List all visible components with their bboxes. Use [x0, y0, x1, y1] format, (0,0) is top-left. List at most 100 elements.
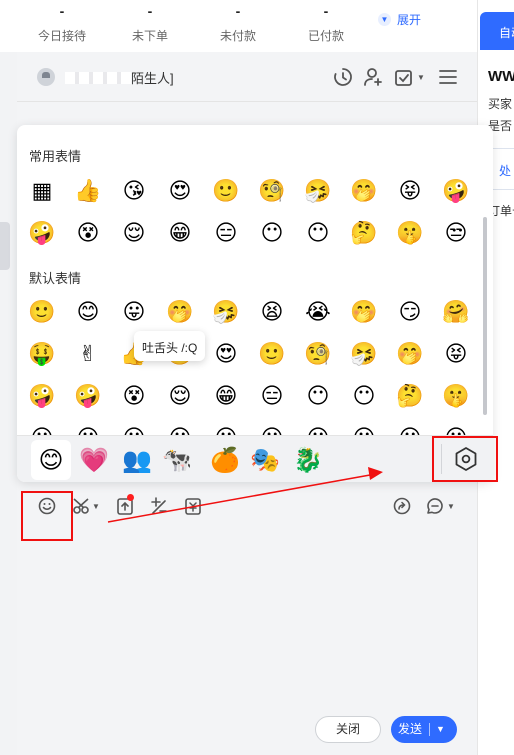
- emoji-cell[interactable]: 🤪: [19, 375, 65, 417]
- emoji-cell[interactable]: 🙂: [249, 333, 295, 375]
- category-emoji[interactable]: 😊: [31, 440, 71, 480]
- emoji-cell[interactable]: 😍: [157, 170, 203, 212]
- emoji-cell[interactable]: 🤫: [433, 375, 479, 417]
- emoji-cell[interactable]: 🤪: [65, 375, 111, 417]
- menu-icon[interactable]: [437, 66, 459, 88]
- emoji-cell[interactable]: 🤔: [341, 212, 387, 254]
- emoji-cell[interactable]: 🤔: [387, 375, 433, 417]
- emoji-cell[interactable]: 😒: [433, 212, 479, 254]
- right-panel-title: WW: [488, 68, 514, 85]
- chevron-down-icon[interactable]: ▼: [447, 502, 455, 511]
- emoji-cell[interactable]: ✌: [65, 333, 111, 375]
- stat-label: 已付款: [307, 29, 344, 43]
- emoji-row: 🙂 😊 😛 🤭 🤧 😫 😭 🤭 😏 🤗: [19, 291, 489, 333]
- annotation-box-settings: [432, 436, 498, 482]
- emoji-cell[interactable]: 😑: [249, 375, 295, 417]
- coupon-icon[interactable]: [183, 496, 203, 516]
- emoji-cell[interactable]: 😶: [295, 375, 341, 417]
- stat-today-reception[interactable]: - 今日接待: [17, 4, 107, 44]
- emoji-cell[interactable]: 🙂: [19, 291, 65, 333]
- emoji-cell[interactable]: 🤪: [433, 170, 479, 212]
- quick-reply-icon[interactable]: [425, 496, 445, 516]
- expand-label: 展开: [397, 13, 422, 27]
- emoji-cell[interactable]: 🤑: [19, 333, 65, 375]
- emoji-cell[interactable]: 😫: [249, 291, 295, 333]
- annotation-box-smiley: [21, 491, 73, 541]
- task-check-icon[interactable]: [393, 66, 415, 88]
- emoji-cell[interactable]: 😶: [249, 212, 295, 254]
- emoji-cell[interactable]: 😁: [203, 375, 249, 417]
- emoji-cell[interactable]: 😝: [387, 170, 433, 212]
- category-cow[interactable]: 🐄: [157, 440, 197, 480]
- app-root: - 今日接待 - 未下单 - 未付款 - 已付款 ▼ 展开 自动 WW 买家 是…: [0, 0, 514, 755]
- category-dragon[interactable]: 🐉: [288, 440, 328, 480]
- scrollbar[interactable]: [483, 217, 487, 415]
- emoji-cell[interactable]: 😶: [341, 375, 387, 417]
- emoji-cell[interactable]: 😛: [111, 291, 157, 333]
- emoji-cell[interactable]: 😏: [387, 291, 433, 333]
- emoji-cell[interactable]: 😊: [65, 291, 111, 333]
- emoji-cell[interactable]: 🤧: [203, 291, 249, 333]
- emoji-cell[interactable]: 😘: [111, 170, 157, 212]
- notification-dot: [127, 494, 134, 501]
- emoji-cell[interactable]: 🤧: [341, 333, 387, 375]
- emoji-cell[interactable]: 🤭: [157, 291, 203, 333]
- emoji-cell[interactable]: 😝: [433, 333, 479, 375]
- stat-paid[interactable]: - 已付款: [281, 4, 371, 44]
- emoji-cell[interactable]: 😶: [295, 212, 341, 254]
- stat-unpaid[interactable]: - 未付款: [193, 4, 283, 44]
- share-icon[interactable]: [392, 496, 412, 516]
- panel-resize-handle[interactable]: [0, 222, 10, 270]
- expand-button[interactable]: ▼ 展开: [378, 11, 421, 28]
- emoji-cell[interactable]: 🧐: [295, 333, 341, 375]
- section-title-default: 默认表情: [29, 271, 82, 286]
- emoji-cell[interactable]: 😑: [203, 212, 249, 254]
- add-user-icon[interactable]: [362, 66, 384, 88]
- emoji-row: ▦ 👍 😘 😍 🙂 🧐 🤧 🤭 😝 🤪: [19, 170, 489, 212]
- emoji-cell[interactable]: 🤭: [387, 333, 433, 375]
- emoji-cell[interactable]: 😵: [65, 212, 111, 254]
- chevron-down-icon[interactable]: ▼: [436, 716, 445, 743]
- stat-not-ordered[interactable]: - 未下单: [105, 4, 195, 44]
- avatar[interactable]: [37, 68, 55, 86]
- send-button[interactable]: 发送 ▼: [391, 716, 457, 743]
- emoji-cell[interactable]: ▦: [19, 170, 65, 212]
- scissors-icon[interactable]: [72, 496, 92, 516]
- emoji-cell[interactable]: 🤭: [341, 170, 387, 212]
- emoji-cell[interactable]: 👍: [65, 170, 111, 212]
- tab-auto[interactable]: 自动: [480, 12, 514, 50]
- plus-minus-icon[interactable]: [149, 496, 169, 516]
- emoji-cell[interactable]: 🤫: [387, 212, 433, 254]
- emoji-cell[interactable]: 😌: [157, 375, 203, 417]
- process-label: 处: [499, 164, 512, 178]
- emoji-row: 🤑✌👍🙂😍🙂🧐🤧🤭😝: [19, 333, 489, 375]
- category-people[interactable]: 👥: [117, 440, 157, 480]
- emoji-cell[interactable]: 😁: [157, 212, 203, 254]
- stat-value: -: [323, 3, 329, 19]
- emoji-picker: 常用表情 ▦ 👍 😘 😍 🙂 🧐 🤧 🤭 😝 🤪 🤪 😵 😌 😁 😑 😶 😶 🤔 🤫 😒 默认表情 🙂 😊 😛 🤭 🤧 😫 😭 🤭 😏…: [17, 125, 493, 482]
- emoji-cell[interactable]: 🙂: [203, 170, 249, 212]
- emoji-cell[interactable]: 🧐: [249, 170, 295, 212]
- emoji-cell[interactable]: 😵: [111, 375, 157, 417]
- emoji-cell[interactable]: 🤪: [19, 212, 65, 254]
- chevron-down-icon[interactable]: ▼: [417, 73, 425, 82]
- section-title-frequent: 常用表情: [29, 149, 82, 164]
- emoji-category-bar: 😊 💗 👥 🐄 🍊 🎭 🐉: [17, 435, 493, 482]
- category-mask[interactable]: 🎭: [245, 440, 285, 480]
- emoji-cell[interactable]: 🤭: [341, 291, 387, 333]
- emoji-cell[interactable]: 😌: [111, 212, 157, 254]
- stat-label: 未付款: [219, 29, 256, 43]
- close-button[interactable]: 关闭: [315, 716, 381, 743]
- emoji-cell[interactable]: 🤧: [295, 170, 341, 212]
- chat-header: 陌生人] ▼: [17, 52, 477, 102]
- emoji-grid-default: 🙂😊😛🤭🤧😫😭🤭😏🤗🤑✌👍🙂😍🙂🧐🤧🤭😝🤪🤪😵😌😁😑😶😶🤔🤫😐😐😐😐😐😐😐😐😐😐: [19, 291, 489, 459]
- chevron-down-icon[interactable]: ▼: [92, 502, 100, 511]
- stat-value: -: [59, 3, 65, 19]
- emoji-cell[interactable]: 😍: [203, 333, 249, 375]
- history-icon[interactable]: [332, 66, 354, 88]
- category-heart[interactable]: 💗: [74, 440, 114, 480]
- category-orange[interactable]: 🍊: [205, 440, 245, 480]
- stat-label: 今日接待: [37, 29, 86, 43]
- emoji-cell[interactable]: 🤗: [433, 291, 479, 333]
- emoji-cell[interactable]: 😭: [295, 291, 341, 333]
